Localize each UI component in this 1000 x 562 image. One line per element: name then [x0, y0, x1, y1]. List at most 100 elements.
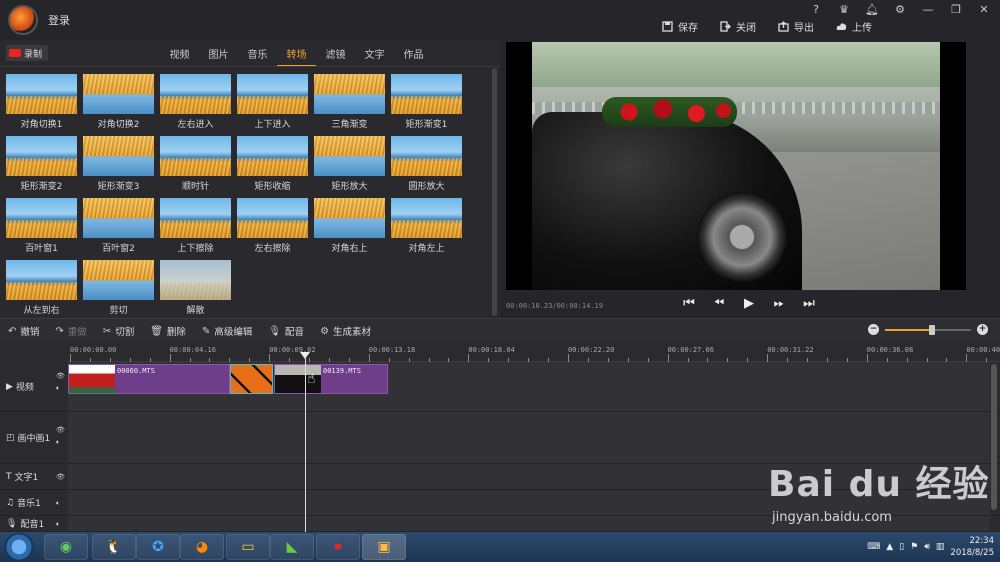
transition-item[interactable]: 矩形放大: [314, 136, 385, 198]
transition-item[interactable]: 矩形渐变2: [6, 136, 77, 198]
flag-icon[interactable]: ⚑: [910, 542, 918, 552]
taskbar-app-video-editor[interactable]: ▣: [362, 534, 406, 560]
transition-item[interactable]: 对角左上: [391, 198, 462, 260]
zoom-in-icon[interactable]: +: [977, 324, 988, 335]
video-clip[interactable]: 00060.MTS: [68, 364, 230, 394]
zoom-knob[interactable]: [929, 324, 936, 335]
transition-item[interactable]: 上下擦除: [160, 198, 231, 260]
tab-works[interactable]: 作品: [394, 44, 433, 67]
taskbar-app-editor[interactable]: ◣: [270, 534, 314, 560]
speaker-icon[interactable]: 🔈︎: [56, 497, 60, 509]
transition-item[interactable]: 上下进入: [237, 74, 308, 136]
taskbar-app-360[interactable]: ◉: [44, 534, 88, 560]
show-hidden-icon[interactable]: ▲: [886, 542, 893, 552]
transition-item[interactable]: 矩形渐变1: [391, 74, 462, 136]
transition-item[interactable]: 矩形收缩: [237, 136, 308, 198]
taskbar-app-firefox[interactable]: ◕: [180, 534, 224, 560]
taskbar-app-media[interactable]: ✪: [136, 534, 180, 560]
eye-icon[interactable]: 👁︎: [56, 471, 65, 483]
transition-item[interactable]: 对角切换1: [6, 74, 77, 136]
tab-video[interactable]: 视频: [160, 44, 199, 67]
track-video-body[interactable]: 00060.MTS 00139.MTS: [68, 362, 990, 411]
delete-button[interactable]: 🗑︎ 删除: [150, 324, 186, 339]
export-button[interactable]: 导出: [778, 19, 814, 34]
taskbar-app-explorer[interactable]: ▭: [226, 534, 270, 560]
tab-music[interactable]: 音乐: [238, 44, 277, 67]
transition-item[interactable]: 左右进入: [160, 74, 231, 136]
advanced-edit-button[interactable]: ✎ 高级编辑: [202, 324, 252, 339]
transition-label: 百叶窗1: [25, 244, 58, 254]
zoom-out-icon[interactable]: −: [868, 324, 879, 335]
transition-item[interactable]: 对角切换2: [83, 74, 154, 136]
time-ruler[interactable]: 00:00:00.00 00:00:04.16 00:00:09.02 00:00:1…: [68, 342, 1000, 362]
tab-filter[interactable]: 滤镜: [316, 44, 355, 67]
transition-item[interactable]: 剪切: [83, 260, 154, 322]
transition-thumbnail: [237, 198, 308, 238]
help-icon[interactable]: ?: [808, 3, 824, 16]
transition-item[interactable]: 圆形放大: [391, 136, 462, 198]
tab-image[interactable]: 图片: [199, 44, 238, 67]
video-clip[interactable]: 00139.MTS: [274, 364, 388, 394]
transition-label: 解散: [186, 306, 205, 316]
tab-transition[interactable]: 转场: [277, 44, 316, 67]
device-icon[interactable]: ▯: [899, 542, 904, 552]
volume-icon[interactable]: 🔊︎: [924, 542, 930, 552]
close-icon[interactable]: ✕: [976, 3, 992, 16]
transition-grid: 对角切换1 对角切换2 左右进入 上下进入 三角渐变 矩形渐变1 矩形渐变2 矩形渐变3 顺时针…: [6, 74, 481, 322]
network-icon[interactable]: ▥: [936, 542, 945, 552]
dub-button[interactable]: 🎙︎ 配音: [268, 324, 304, 339]
step-forward-icon[interactable]: ⏩︎: [772, 296, 786, 311]
library-scrollbar[interactable]: [492, 68, 497, 316]
ruler-tick-label: 00:00:27.06: [667, 346, 714, 354]
transition-item[interactable]: 矩形渐变3: [83, 136, 154, 198]
undo-button[interactable]: ↶ 撤销: [8, 324, 39, 339]
redo-button[interactable]: ↷ 重做: [55, 324, 86, 339]
keyboard-icon[interactable]: ⌨: [867, 542, 880, 552]
eye-icon[interactable]: 👁︎: [56, 370, 65, 382]
upload-button[interactable]: 上传: [836, 19, 872, 34]
cut-button[interactable]: ✂ 切割: [103, 324, 134, 339]
speaker-icon[interactable]: 🔈︎: [56, 382, 65, 394]
start-button[interactable]: [4, 533, 34, 561]
login-link[interactable]: 登录: [48, 12, 70, 28]
transition-block[interactable]: [230, 364, 273, 394]
minimize-icon[interactable]: —: [920, 3, 936, 16]
taskbar-app-recorder[interactable]: ⏺: [316, 534, 360, 560]
speaker-icon[interactable]: 🔈︎: [56, 518, 60, 530]
timeline-scrollbar[interactable]: [991, 364, 997, 510]
transition-item[interactable]: 百叶窗2: [83, 198, 154, 260]
gear-icon[interactable]: ⚙: [892, 3, 908, 16]
zoom-slider[interactable]: [885, 324, 971, 335]
baidu-watermark: Bai du 经验 jingyan.baidu.com: [768, 455, 990, 525]
preview-screen[interactable]: [506, 42, 966, 290]
avatar[interactable]: [8, 5, 38, 35]
maximize-icon[interactable]: ❐: [948, 3, 964, 16]
transition-item[interactable]: 百叶窗1: [6, 198, 77, 260]
transition-item[interactable]: 左右擦除: [237, 198, 308, 260]
transition-item[interactable]: 三角渐变: [314, 74, 385, 136]
transition-item[interactable]: 顺时针: [160, 136, 231, 198]
skip-to-start-icon[interactable]: ⏮: [682, 296, 696, 311]
vip-icon[interactable]: ♛: [836, 3, 852, 16]
play-icon[interactable]: ▶: [742, 296, 756, 311]
eye-icon[interactable]: 👁︎: [56, 424, 65, 436]
transition-thumbnail: [391, 136, 462, 176]
save-button[interactable]: 保存: [662, 19, 698, 34]
clock[interactable]: 22:34 2018/8/25: [950, 535, 994, 559]
frame-flowers: [602, 97, 737, 127]
bell-icon[interactable]: 🔔︎: [864, 3, 880, 16]
transition-item[interactable]: 对角右上: [314, 198, 385, 260]
step-back-icon[interactable]: ⏪︎: [712, 296, 726, 311]
close-project-button[interactable]: 关闭: [720, 19, 756, 34]
tab-text[interactable]: 文字: [355, 44, 394, 67]
taskbar-app-qq[interactable]: 🐧: [92, 534, 136, 560]
transition-item[interactable]: 解散: [160, 260, 231, 322]
skip-to-end-icon[interactable]: ⏭: [802, 296, 816, 311]
transition-item[interactable]: 从左到右: [6, 260, 77, 322]
playhead[interactable]: [305, 356, 306, 532]
transition-thumbnail: [83, 260, 154, 300]
generate-button[interactable]: ⚙ 生成素材: [320, 324, 371, 339]
record-button[interactable]: 录制: [6, 45, 48, 61]
upload-label: 上传: [852, 23, 872, 34]
speaker-icon[interactable]: 🔈︎: [56, 436, 65, 448]
